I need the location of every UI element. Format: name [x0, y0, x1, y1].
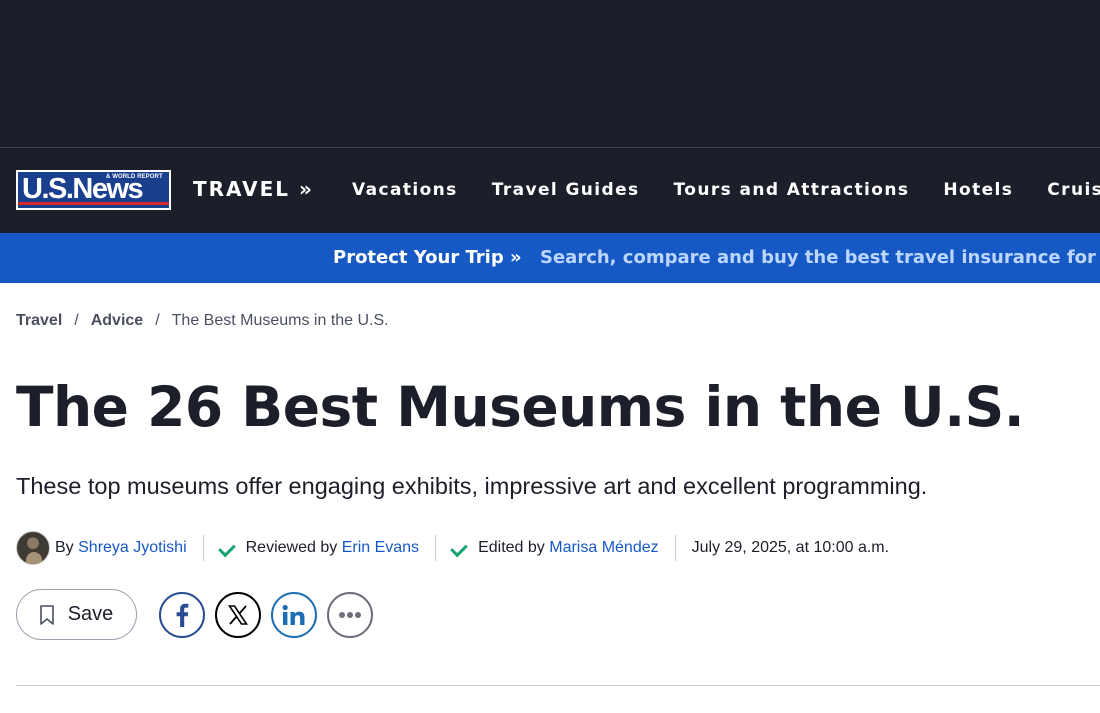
share-facebook-button[interactable]	[159, 591, 205, 638]
nav-section-travel[interactable]: TRAVEL »	[193, 177, 314, 201]
share-more-button[interactable]	[327, 591, 373, 638]
share-linkedin-button[interactable]	[271, 591, 317, 638]
nav-link-cruises[interactable]: Cruises	[1047, 180, 1100, 200]
check-icon	[452, 543, 468, 553]
top-navigation: & WORLD REPORT U.S.News TRAVEL » Vacatio…	[0, 147, 1100, 233]
nav-link-hotels[interactable]: Hotels	[943, 180, 1013, 200]
usnews-logo[interactable]: & WORLD REPORT U.S.News	[16, 170, 171, 210]
bookmark-icon	[39, 604, 54, 625]
breadcrumb-separator: /	[74, 312, 79, 329]
byline-divider	[674, 535, 676, 561]
facebook-icon	[176, 603, 189, 627]
breadcrumb-travel[interactable]: Travel	[16, 312, 62, 330]
content-divider	[16, 685, 1100, 686]
byline: By Shreya Jyotishi Reviewed by Erin Evan…	[16, 531, 889, 565]
promo-text[interactable]: Search, compare and buy the best travel …	[540, 247, 1096, 268]
linkedin-icon	[282, 604, 305, 625]
byline-divider	[202, 535, 204, 561]
author-link[interactable]: Shreya Jyotishi	[78, 539, 187, 557]
nav-links: Vacations Travel Guides Tours and Attrac…	[352, 180, 1100, 200]
reviewer-link[interactable]: Erin Evans	[342, 539, 419, 557]
save-button[interactable]: Save	[16, 589, 137, 640]
promo-banner[interactable]: Protect Your Trip » Search, compare and …	[0, 233, 1100, 283]
author-avatar[interactable]	[16, 531, 50, 565]
logo-text: U.S.News	[22, 173, 144, 205]
byline-divider	[435, 535, 437, 561]
breadcrumb-advice[interactable]: Advice	[91, 312, 143, 330]
promo-lead[interactable]: Protect Your Trip »	[333, 247, 522, 268]
more-icon	[339, 611, 361, 618]
nav-link-vacations[interactable]: Vacations	[352, 180, 458, 200]
check-icon	[220, 543, 236, 553]
by-prefix: By	[55, 539, 74, 556]
logo-stripe	[18, 202, 169, 205]
breadcrumb: Travel / Advice / The Best Museums in th…	[16, 312, 389, 330]
x-icon	[228, 604, 248, 625]
editor-link[interactable]: Marisa Méndez	[549, 539, 658, 557]
reviewed-prefix: Reviewed by	[245, 539, 338, 556]
article-actions: Save	[16, 589, 383, 640]
publish-date: July 29, 2025, at 10:00 a.m.	[691, 539, 890, 556]
breadcrumb-current: The Best Museums in the U.S.	[171, 312, 389, 329]
nav-link-tours-attractions[interactable]: Tours and Attractions	[674, 180, 910, 200]
share-x-button[interactable]	[215, 591, 261, 638]
ad-banner-area	[0, 0, 1100, 147]
page-subtitle: These top museums offer engaging exhibit…	[16, 473, 928, 499]
nav-link-travel-guides[interactable]: Travel Guides	[492, 180, 640, 200]
save-label: Save	[67, 603, 114, 625]
page-title: The 26 Best Museums in the U.S.	[16, 375, 1025, 439]
breadcrumb-separator: /	[155, 312, 160, 329]
edited-prefix: Edited by	[478, 539, 545, 556]
